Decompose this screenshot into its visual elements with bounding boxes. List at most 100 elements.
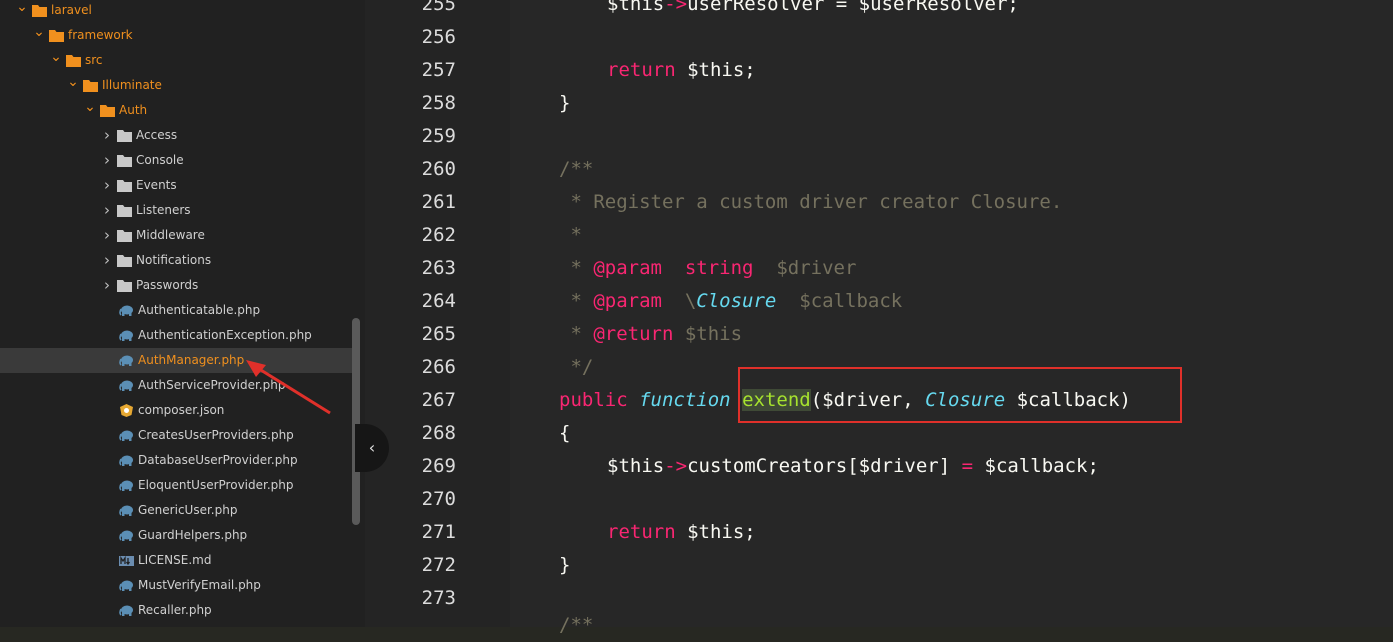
tree-item-label: laravel — [51, 3, 92, 17]
line-number: 267 — [421, 389, 456, 411]
chevron-down-icon[interactable]: ⌄ — [84, 98, 96, 123]
chevron-right-icon[interactable]: › — [101, 148, 113, 173]
code-line-268[interactable]: { — [559, 417, 570, 450]
php-elephant-icon — [119, 380, 133, 391]
tree-folder[interactable]: › Access — [0, 123, 352, 148]
code-line-271[interactable]: return $this; — [607, 516, 756, 549]
chevron-left-icon: ‹ — [368, 438, 376, 457]
annotation-arrow-icon — [246, 360, 331, 415]
tree-item-label: AuthenticationException.php — [138, 328, 312, 342]
php-elephant-icon — [119, 455, 133, 466]
chevron-right-icon[interactable]: › — [101, 273, 113, 298]
line-number: 258 — [421, 92, 456, 114]
tree-item-label: Auth — [119, 103, 148, 117]
code-line-263[interactable]: * @param string $driver — [559, 252, 856, 285]
php-elephant-icon — [119, 305, 133, 316]
php-elephant-icon — [119, 605, 133, 616]
tree-item-label: AuthManager.php — [138, 353, 245, 367]
tree-folder[interactable]: ⌄ framework — [0, 23, 352, 48]
php-elephant-icon — [119, 355, 133, 366]
tree-item-label: DatabaseUserProvider.php — [138, 453, 298, 467]
tree-item-label: composer.json — [138, 403, 225, 417]
tree-item-label: Events — [136, 178, 177, 192]
tree-item-label: Authenticatable.php — [138, 303, 261, 317]
line-number: 262 — [421, 224, 456, 246]
tree-item-label: framework — [68, 28, 133, 42]
line-number: 273 — [421, 587, 456, 609]
php-elephant-icon — [119, 580, 133, 591]
tree-folder[interactable]: ⌄ laravel — [0, 0, 352, 23]
php-elephant-icon — [119, 330, 133, 341]
chevron-right-icon[interactable]: › — [101, 248, 113, 273]
tree-file[interactable]: DatabaseUserProvider.php — [0, 448, 352, 473]
tree-file[interactable]: LICENSE.md — [0, 548, 352, 573]
folder-icon — [100, 105, 115, 117]
tree-file[interactable]: MustVerifyEmail.php — [0, 573, 352, 598]
tree-item-label: GuardHelpers.php — [138, 528, 248, 542]
tree-item-label: MustVerifyEmail.php — [138, 578, 261, 592]
php-elephant-icon — [119, 480, 133, 491]
tree-file[interactable]: CreatesUserProviders.php — [0, 423, 352, 448]
line-number: 259 — [421, 125, 456, 147]
tree-folder[interactable]: › Listeners — [0, 198, 352, 223]
tree-item-label: EloquentUserProvider.php — [138, 478, 294, 492]
tree-folder[interactable]: ⌄ src — [0, 48, 352, 73]
chevron-down-icon[interactable]: ⌄ — [50, 48, 62, 73]
code-line-260[interactable]: /** — [559, 153, 593, 186]
tree-item-label: Middleware — [136, 228, 205, 242]
sidebar-scrollbar[interactable] — [352, 318, 360, 525]
folder-icon — [117, 230, 132, 242]
tree-item-label: src — [85, 53, 103, 67]
code-line-269[interactable]: $this->customCreators[$driver] = $callba… — [607, 450, 1099, 483]
line-number: 271 — [421, 521, 456, 543]
folder-icon — [117, 205, 132, 217]
line-number: 263 — [421, 257, 456, 279]
chevron-right-icon[interactable]: › — [101, 223, 113, 248]
tree-file[interactable]: Authenticatable.php — [0, 298, 352, 323]
php-elephant-icon — [119, 430, 133, 441]
php-elephant-icon — [119, 505, 133, 516]
chevron-right-icon[interactable]: › — [101, 173, 113, 198]
tree-folder[interactable]: › Notifications — [0, 248, 352, 273]
tree-file[interactable]: GenericUser.php — [0, 498, 352, 523]
code-line-257[interactable]: return $this; — [607, 54, 756, 87]
code-line-255[interactable]: $this->userResolver = $userResolver; — [607, 0, 1019, 21]
code-line-272[interactable]: } — [559, 549, 570, 582]
tree-item-label: LICENSE.md — [138, 553, 212, 567]
tree-folder[interactable]: › Passwords — [0, 273, 352, 298]
tree-file[interactable]: AuthenticationException.php — [0, 323, 352, 348]
tree-folder[interactable]: › Events — [0, 173, 352, 198]
line-number: 265 — [421, 323, 456, 345]
chevron-right-icon[interactable]: › — [101, 123, 113, 148]
code-line-266[interactable]: */ — [559, 351, 593, 384]
line-number: 255 — [421, 0, 456, 15]
chevron-down-icon[interactable]: ⌄ — [67, 73, 79, 98]
tree-item-label: Passwords — [136, 278, 199, 292]
tree-item-label: GenericUser.php — [138, 503, 238, 517]
tree-file[interactable]: Recaller.php — [0, 598, 352, 623]
line-number: 270 — [421, 488, 456, 510]
chevron-down-icon[interactable]: ⌄ — [33, 23, 45, 48]
chevron-down-icon[interactable]: ⌄ — [16, 0, 28, 23]
line-number: 264 — [421, 290, 456, 312]
tree-file[interactable]: GuardHelpers.php — [0, 523, 352, 548]
code-line-262[interactable]: * — [559, 219, 581, 252]
code-line-258[interactable]: } — [559, 87, 570, 120]
tree-folder[interactable]: › Middleware — [0, 223, 352, 248]
chevron-right-icon[interactable]: › — [101, 198, 113, 223]
tree-folder[interactable]: ⌄ Illuminate — [0, 73, 352, 98]
folder-icon — [117, 180, 132, 192]
code-line-265[interactable]: * @return $this — [559, 318, 742, 351]
line-number: 257 — [421, 59, 456, 81]
code-line-264[interactable]: * @param \Closure $callback — [559, 285, 902, 318]
folder-icon — [117, 280, 132, 292]
tree-folder[interactable]: › Console — [0, 148, 352, 173]
code-line-261[interactable]: * Register a custom driver creator Closu… — [559, 186, 1062, 219]
folder-icon — [66, 55, 81, 67]
tree-item-label: Access — [136, 128, 178, 142]
tree-file[interactable]: EloquentUserProvider.php — [0, 473, 352, 498]
line-number: 260 — [421, 158, 456, 180]
code-line-274[interactable]: /** — [559, 609, 593, 642]
tree-folder[interactable]: ⌄ Auth — [0, 98, 352, 123]
folder-icon — [117, 155, 132, 167]
